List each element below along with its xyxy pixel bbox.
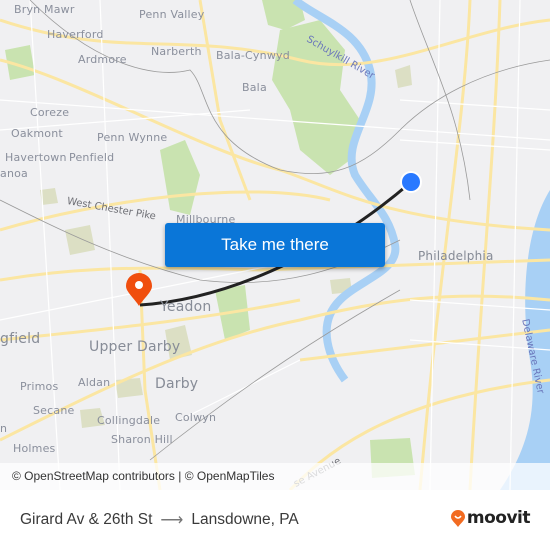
place-label: Bala	[242, 81, 267, 94]
place-label: Collingdale	[97, 414, 161, 427]
place-label: Primos	[20, 380, 59, 393]
road	[198, 0, 252, 201]
destination-pin-icon	[126, 273, 152, 306]
place-label: anoa	[0, 167, 28, 180]
destination-pin-hole	[135, 281, 143, 289]
park-cobbs	[160, 140, 200, 215]
place-label: gfield	[0, 331, 41, 347]
place-label: Penn Valley	[139, 8, 205, 21]
footer: Girard Av & 26th St ⟶ Lansdowne, PA moov…	[0, 490, 550, 550]
road	[509, 0, 521, 490]
place-label: Holmes	[13, 442, 56, 455]
place-label: Upper Darby	[89, 339, 181, 355]
road	[429, 0, 441, 490]
place-label: Secane	[33, 404, 75, 417]
place-label: Colwyn	[175, 411, 217, 424]
place-label: Havertown	[5, 151, 67, 164]
road	[0, 298, 301, 342]
place-label: Yeadon	[160, 299, 212, 315]
place-label: Darby	[155, 376, 199, 392]
place-label: Philadelphia	[418, 249, 494, 263]
origin-marker-dot	[402, 173, 420, 191]
moovit-pin-icon	[450, 509, 465, 527]
origin-marker[interactable]	[400, 171, 422, 193]
map-attribution: © OpenStreetMap contributors | © OpenMap…	[0, 463, 550, 490]
place-label: n	[0, 422, 8, 435]
arrow-right-icon: ⟶	[160, 512, 184, 529]
route-summary: Girard Av & 26th St ⟶ Lansdowne, PA	[20, 510, 299, 530]
place-label: Narberth	[151, 45, 202, 58]
moovit-wordmark: moovit	[466, 508, 531, 528]
destination-name: Lansdowne, PA	[191, 511, 299, 528]
place-label: Penfield	[69, 151, 115, 164]
green-area	[395, 65, 412, 88]
place-label: Haverford	[47, 28, 104, 41]
place-label: Ardmore	[78, 53, 127, 66]
attribution-text[interactable]: © OpenStreetMap contributors | © OpenMap…	[12, 469, 274, 483]
place-label: Sharon Hill	[111, 433, 173, 446]
road	[399, 139, 550, 151]
take-me-there-button[interactable]: Take me there	[165, 223, 385, 267]
place-label: Penn Wynne	[97, 131, 168, 144]
place-label: Bala-Cynwyd	[216, 49, 290, 62]
destination-marker[interactable]	[126, 273, 152, 306]
moovit-logo[interactable]: moovit	[450, 508, 531, 528]
origin-name: Girard Av & 26th St	[20, 511, 153, 528]
place-label: Aldan	[78, 376, 111, 389]
road	[418, 0, 472, 490]
place-label: Oakmont	[11, 127, 63, 140]
green-area	[65, 225, 95, 255]
place-label: Bryn Mawr	[14, 3, 75, 16]
road	[468, 0, 502, 490]
place-label: Coreze	[30, 106, 70, 119]
road	[0, 99, 550, 141]
road	[399, 99, 550, 111]
map[interactable]: Bryn Mawr Penn Valley Haverford Narberth Bal…	[0, 0, 550, 490]
